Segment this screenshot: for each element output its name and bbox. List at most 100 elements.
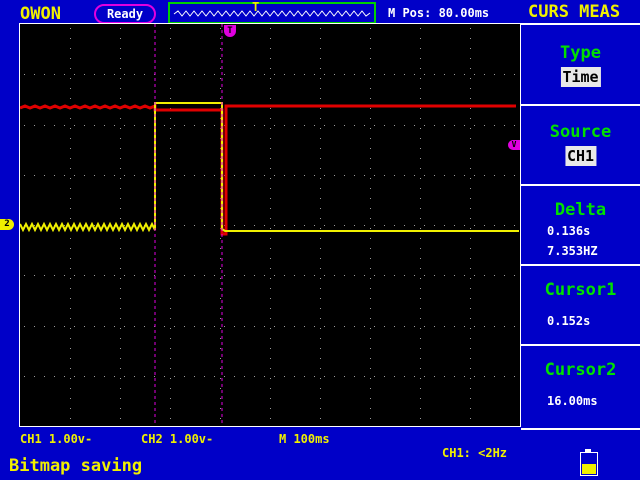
grid-dot [320, 128, 321, 129]
grid-dot [244, 225, 245, 226]
grid-dot [420, 418, 421, 419]
menu-source-button[interactable]: Source CH1 [521, 104, 640, 186]
memory-position-readout: M Pos: 80.00ms [388, 6, 490, 20]
grid-dot [320, 218, 321, 219]
grid-dot [370, 278, 371, 279]
grid-dot [70, 388, 71, 389]
grid-dot [470, 78, 471, 79]
grid-dot [470, 378, 471, 379]
grid-dot [120, 148, 121, 149]
grid-dot [470, 408, 471, 409]
grid-dot [120, 58, 121, 59]
grid-dot [24, 125, 25, 126]
grid-dot [254, 376, 255, 377]
grid-dot [434, 175, 435, 176]
menu-cursor2-label: Cursor2 [544, 360, 617, 380]
grid-dot [84, 125, 85, 126]
grid-dot [420, 308, 421, 309]
grid-dot [170, 378, 171, 379]
grid-dot [170, 238, 171, 239]
grid-dot [420, 68, 421, 69]
grid-dot [24, 376, 25, 377]
menu-cursor2-button[interactable]: Cursor2 16.00ms [521, 344, 640, 430]
ch1-trace [20, 102, 519, 233]
trigger-position-marker[interactable]: T [224, 25, 236, 37]
grid-dot [344, 125, 345, 126]
menu-delta-label: Delta [554, 200, 607, 220]
menu-type-button[interactable]: Type Time [521, 23, 640, 105]
grid-dot [234, 376, 235, 377]
grid-dot [134, 376, 135, 377]
grid-dot [170, 158, 171, 159]
grid-dot [264, 326, 265, 327]
grid-dot [170, 88, 171, 89]
grid-dot [54, 125, 55, 126]
grid-dot [494, 74, 495, 75]
grid-dot [454, 225, 455, 226]
grid-dot [270, 348, 271, 349]
grid-dot [370, 118, 371, 119]
grid-dot [370, 418, 371, 419]
cursor1-readout: 0.152s [547, 314, 591, 328]
grid-dot [70, 128, 71, 129]
grid-dot [404, 125, 405, 126]
grid-dot [204, 275, 205, 276]
grid-dot [404, 225, 405, 226]
grid-dot [274, 326, 275, 327]
grid-dot [64, 225, 65, 226]
grid-dot [120, 98, 121, 99]
grid-dot [354, 275, 355, 276]
grid-dot [374, 125, 375, 126]
menu-cursor1-button[interactable]: Cursor1 0.152s [521, 264, 640, 346]
grid-dot [420, 338, 421, 339]
grid-dot [234, 74, 235, 75]
grid-dot [470, 138, 471, 139]
memory-waveform-preview [173, 10, 371, 17]
grid-dot [70, 138, 71, 139]
grid-dot [70, 408, 71, 409]
grid-dot [320, 288, 321, 289]
grid-dot [420, 188, 421, 189]
grid-dot [454, 326, 455, 327]
grid-dot [414, 125, 415, 126]
grid-dot [234, 175, 235, 176]
grid-dot [420, 138, 421, 139]
grid-dot [270, 198, 271, 199]
grid-dot [420, 218, 421, 219]
trigger-level-marker[interactable]: V [508, 140, 520, 150]
grid-dot [170, 98, 171, 99]
grid-dot [270, 218, 271, 219]
grid-dot [344, 326, 345, 327]
grid-dot [320, 348, 321, 349]
grid-dot [70, 218, 71, 219]
grid-dot [474, 376, 475, 377]
grid-dot [470, 358, 471, 359]
grid-dot [294, 275, 295, 276]
grid-dot [320, 198, 321, 199]
grid-dot [370, 188, 371, 189]
grid-dot [124, 125, 125, 126]
grid-dot [424, 175, 425, 176]
grid-dot [120, 298, 121, 299]
grid-dot [120, 368, 121, 369]
grid-dot [504, 376, 505, 377]
grid-dot [364, 125, 365, 126]
grid-dot [194, 376, 195, 377]
grid-dot [170, 208, 171, 209]
grid-dot [44, 175, 45, 176]
grid-dot [384, 125, 385, 126]
grid-dot [420, 288, 421, 289]
ch2-level-marker[interactable]: 2 [0, 219, 14, 230]
grid-dot [470, 178, 471, 179]
grid-dot [70, 208, 71, 209]
grid-dot [24, 175, 25, 176]
grid-dot [94, 275, 95, 276]
grid-dot [354, 175, 355, 176]
grid-dot [164, 275, 165, 276]
grid-dot [370, 338, 371, 339]
grid-dot [120, 398, 121, 399]
grid-dot [170, 388, 171, 389]
grid-dot [470, 118, 471, 119]
grid-dot [420, 398, 421, 399]
grid-dot [420, 58, 421, 59]
